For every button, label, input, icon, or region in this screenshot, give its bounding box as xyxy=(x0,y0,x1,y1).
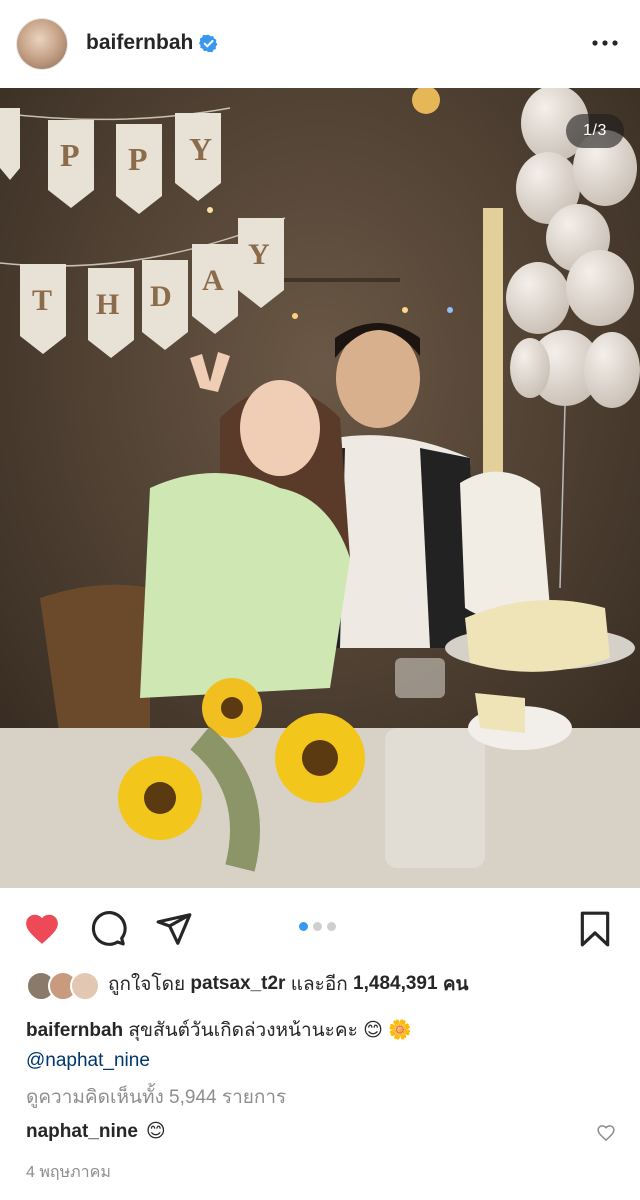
caption-text: สุขสันต์วันเกิดล่วงหน้านะคะ xyxy=(128,1020,358,1041)
banner-letter: P xyxy=(60,137,80,173)
likes-count[interactable]: 1,484,391 xyxy=(353,973,438,995)
top-comment: naphat_nine 😊 xyxy=(26,1120,616,1143)
carousel-counter: 1/3 xyxy=(566,114,624,148)
caption-username[interactable]: baifernbah xyxy=(26,1020,123,1041)
avatar[interactable] xyxy=(17,19,67,69)
heart-filled-icon[interactable] xyxy=(23,910,61,948)
post-author-username[interactable]: baifernbah xyxy=(86,31,193,55)
post-caption: baifernbah สุขสันต์วันเกิดล่วงหน้านะคะ 😊… xyxy=(26,1016,626,1076)
comment-bubble-icon[interactable] xyxy=(89,910,127,948)
banner-letter: T xyxy=(32,284,52,317)
avatar xyxy=(70,971,100,1001)
paper-plane-icon[interactable] xyxy=(155,910,193,948)
likes-prefix: ถูกใจโดย xyxy=(108,974,186,995)
liker-username[interactable]: patsax_t2r xyxy=(190,973,285,995)
post-date: 4 พฤษภาคม xyxy=(26,1164,111,1181)
photo-illustration: P P Y T H D A Y xyxy=(0,88,640,888)
banner-letter: Y xyxy=(248,238,270,271)
bookmark-icon[interactable] xyxy=(576,910,614,948)
carousel-dot xyxy=(313,922,322,931)
more-horizontal-icon[interactable] xyxy=(590,33,620,53)
post-header: baifernbah xyxy=(0,0,640,88)
view-all-comments-link[interactable]: ดูความคิดเห็นทั้ง 5,944 รายการ xyxy=(26,1082,286,1112)
likes-middle: และอีก xyxy=(290,974,348,995)
post-author[interactable]: baifernbah xyxy=(86,31,218,55)
comment-text: 😊 xyxy=(145,1121,166,1142)
caption-emojis: 😊 🌼 xyxy=(363,1020,412,1041)
post-photo[interactable]: P P Y T H D A Y 1/3 xyxy=(0,88,640,888)
carousel-indicator xyxy=(299,922,336,931)
verified-badge-icon xyxy=(199,34,218,52)
banner-letter: H xyxy=(96,288,119,321)
liker-avatars xyxy=(26,970,100,1001)
banner-letter: Y xyxy=(189,131,212,167)
likes-suffix: คน xyxy=(442,974,469,995)
caption-mention[interactable]: @naphat_nine xyxy=(26,1050,150,1071)
likes-summary[interactable]: ถูกใจโดย patsax_t2r และอีก 1,484,391 คน xyxy=(26,968,469,1001)
post-actions xyxy=(0,888,640,968)
banner-letter: P xyxy=(128,141,148,177)
comment-username[interactable]: naphat_nine xyxy=(26,1121,138,1143)
carousel-dot xyxy=(327,922,336,931)
heart-outline-icon[interactable] xyxy=(596,1123,616,1143)
banner-letter: D xyxy=(150,280,172,313)
carousel-dot xyxy=(299,922,308,931)
banner-letter: A xyxy=(202,264,224,297)
